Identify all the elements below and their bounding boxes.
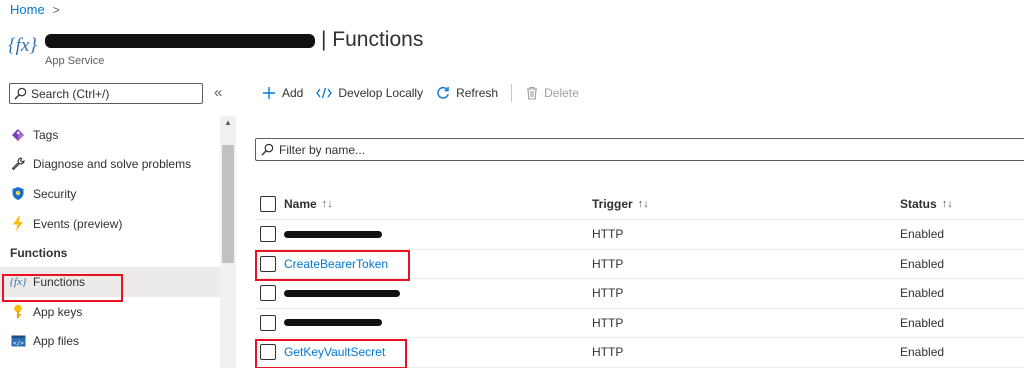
plus-icon — [262, 86, 276, 100]
svg-text:</>: </> — [13, 340, 24, 347]
page-header: {fx} | Functions App Service — [8, 26, 423, 70]
trigger-cell: HTTP — [592, 227, 624, 242]
table-row[interactable]: HTTP Enabled — [255, 220, 1024, 250]
sidebar-item-events[interactable]: Events (preview) — [0, 209, 220, 239]
search-icon — [14, 87, 27, 100]
sidebar-search-placeholder: Search (Ctrl+/) — [31, 86, 110, 101]
status-cell: Enabled — [900, 345, 945, 360]
lightning-icon — [10, 216, 26, 232]
redacted-function-name[interactable] — [284, 319, 382, 327]
develop-locally-label: Develop Locally — [338, 86, 424, 100]
table-row[interactable]: HTTP Enabled — [255, 279, 1024, 309]
scroll-up-arrow-icon[interactable]: ▲ — [224, 118, 232, 127]
search-icon — [261, 143, 274, 156]
collapse-sidebar-button[interactable]: « — [214, 84, 222, 101]
page-title: | Functions — [321, 28, 424, 51]
page-subtitle: App Service — [45, 55, 105, 67]
sidebar-item-label: Diagnose and solve problems — [33, 157, 192, 172]
sidebar-item-diagnose[interactable]: Diagnose and solve problems — [0, 150, 220, 180]
shield-icon — [10, 186, 26, 202]
sidebar-item-label: Tags — [33, 127, 59, 142]
trigger-cell: HTTP — [592, 286, 624, 301]
sidebar-search-input[interactable]: Search (Ctrl+/) — [9, 83, 203, 104]
column-header-name[interactable]: Name ↑↓ — [284, 197, 592, 211]
code-icon — [316, 87, 333, 99]
row-checkbox[interactable] — [260, 285, 276, 302]
trigger-cell: HTTP — [592, 315, 624, 330]
sidebar-item-tags[interactable]: Tags — [0, 120, 220, 150]
refresh-label: Refresh — [456, 86, 499, 100]
sidebar-item-label: App files — [33, 334, 80, 349]
trigger-cell: HTTP — [592, 256, 624, 271]
code-file-icon: </> — [10, 333, 26, 349]
status-cell: Enabled — [900, 256, 945, 271]
toolbar-divider — [511, 84, 513, 102]
sidebar-section-functions: Functions — [10, 245, 68, 260]
table-row[interactable]: HTTP Enabled — [255, 309, 1024, 338]
key-icon — [10, 304, 26, 320]
status-cell: Enabled — [900, 286, 945, 301]
redacted-function-name[interactable] — [284, 230, 382, 238]
sort-icon: ↑↓ — [321, 197, 333, 210]
status-cell: Enabled — [900, 227, 945, 242]
sidebar-item-security[interactable]: Security — [0, 179, 220, 209]
sidebar-item-label: App keys — [33, 304, 83, 319]
redacted-function-name[interactable] — [284, 289, 400, 297]
sidebar-menu: Tags Diagnose and solve problems Securit… — [0, 120, 220, 356]
breadcrumb: Home > — [10, 2, 60, 17]
breadcrumb-home-link[interactable]: Home — [10, 2, 45, 17]
breadcrumb-separator: > — [52, 2, 60, 17]
command-toolbar: Add Develop Locally Refresh Delete — [262, 84, 592, 102]
filter-by-name-input[interactable]: Filter by name... — [255, 138, 1024, 161]
sidebar-scroll-thumb[interactable] — [222, 145, 234, 263]
highlight-box — [2, 274, 123, 302]
filter-placeholder: Filter by name... — [279, 142, 366, 157]
add-button[interactable]: Add — [262, 86, 303, 100]
column-header-status[interactable]: Status ↑↓ — [900, 197, 1024, 211]
trash-icon — [526, 86, 538, 100]
column-header-trigger[interactable]: Trigger ↑↓ — [592, 197, 900, 211]
highlight-box — [255, 339, 407, 368]
sort-icon: ↑↓ — [637, 197, 649, 210]
refresh-icon — [436, 86, 450, 100]
highlight-box — [255, 250, 410, 281]
add-button-label: Add — [282, 86, 304, 100]
select-all-checkbox[interactable] — [260, 195, 276, 212]
trigger-cell: HTTP — [592, 345, 624, 360]
wrench-icon — [10, 156, 26, 172]
delete-button[interactable]: Delete — [526, 86, 579, 100]
sort-icon: ↑↓ — [941, 197, 953, 210]
sidebar-item-label: Security — [33, 186, 77, 201]
redacted-app-name — [45, 34, 315, 48]
develop-locally-button[interactable]: Develop Locally — [316, 86, 423, 100]
table-header: Name ↑↓ Trigger ↑↓ Status ↑↓ — [255, 188, 1024, 220]
delete-label: Delete — [544, 86, 579, 100]
refresh-button[interactable]: Refresh — [436, 86, 498, 100]
row-checkbox[interactable] — [260, 226, 276, 243]
tag-icon — [10, 127, 26, 143]
sidebar-item-label: Events (preview) — [33, 216, 123, 231]
status-cell: Enabled — [900, 315, 945, 330]
row-checkbox[interactable] — [260, 314, 276, 331]
sidebar-item-app-files[interactable]: </> App files — [0, 327, 220, 357]
fx-icon: {fx} — [8, 35, 37, 56]
